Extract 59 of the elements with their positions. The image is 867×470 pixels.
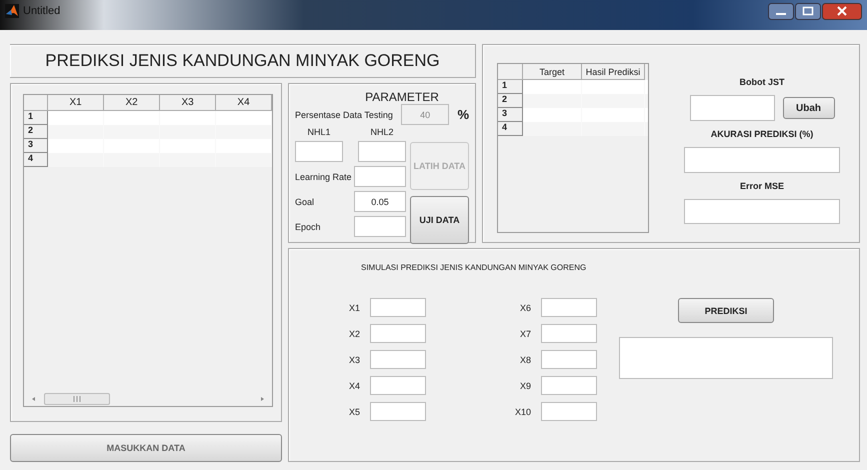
input-field[interactable]: 0.05 xyxy=(354,191,406,212)
field-label: X6 xyxy=(520,302,531,312)
row-header: 3 xyxy=(498,108,523,122)
field-label: Bobot JST xyxy=(740,77,784,87)
field-label: X3 xyxy=(348,354,360,364)
field-label: Error MSE xyxy=(740,180,784,190)
row-header: 1 xyxy=(498,80,523,94)
app-title: PREDIKSI JENIS KANDUNGAN MINYAK GORENG xyxy=(45,51,440,71)
app-icon xyxy=(5,4,19,18)
field-label: X9 xyxy=(520,380,531,390)
row-header: 2 xyxy=(498,94,523,108)
input-field[interactable] xyxy=(370,350,426,369)
input-field[interactable] xyxy=(541,350,597,369)
input-field[interactable] xyxy=(370,298,426,317)
input-field[interactable] xyxy=(354,216,406,237)
row-header: 4 xyxy=(24,153,48,167)
input-field[interactable] xyxy=(541,298,597,317)
predict-button[interactable]: PREDIKSI xyxy=(678,298,774,323)
field-label: Persentase Data Testing xyxy=(295,110,393,120)
action-button[interactable]: UJI DATA xyxy=(410,196,469,244)
input-field[interactable] xyxy=(295,141,343,162)
minimize-icon[interactable] xyxy=(768,2,794,20)
right-arrow-icon[interactable] xyxy=(258,395,266,403)
field-label: X7 xyxy=(520,328,531,338)
field-label: X8 xyxy=(520,354,531,364)
unit-label: % xyxy=(457,107,469,122)
left-arrow-icon[interactable] xyxy=(30,395,38,403)
input-field[interactable] xyxy=(354,166,406,187)
panel-title: PARAMETER xyxy=(364,90,440,104)
maximize-icon[interactable] xyxy=(795,2,821,20)
change-button[interactable]: Ubah xyxy=(782,97,834,119)
field-label: X2 xyxy=(348,328,360,338)
input-field[interactable] xyxy=(370,324,426,343)
field-label: Learning Rate xyxy=(295,172,352,182)
row-header: 3 xyxy=(24,139,48,153)
window-title: Untitled xyxy=(23,5,60,17)
input-data-button[interactable]: MASUKKAN DATA xyxy=(10,434,282,462)
input-field[interactable] xyxy=(541,402,597,421)
input-field[interactable] xyxy=(690,95,774,121)
input-field[interactable] xyxy=(370,402,426,421)
panel-title: SIMULASI PREDIKSI JENIS KANDUNGAN MINYAK GORENG xyxy=(361,263,588,272)
field-label: NHL1 xyxy=(307,127,330,137)
row-header: 2 xyxy=(24,125,48,139)
field-label: X10 xyxy=(514,406,531,416)
scroll-thumb[interactable] xyxy=(44,393,110,405)
field-label: Epoch xyxy=(295,222,321,232)
field-label: Goal xyxy=(295,196,314,206)
input-field[interactable] xyxy=(358,141,406,162)
field-label: AKURASI PREDIKSI (%) xyxy=(710,129,814,139)
input-field[interactable] xyxy=(370,376,426,395)
input-field[interactable] xyxy=(541,324,597,343)
close-icon[interactable] xyxy=(822,2,862,20)
field-label: X5 xyxy=(348,406,360,416)
row-header: 1 xyxy=(24,111,48,125)
field-label: NHL2 xyxy=(370,127,394,137)
field-label: X4 xyxy=(348,380,360,390)
input-field[interactable] xyxy=(541,376,597,395)
row-header: 4 xyxy=(498,122,523,136)
field-label: X1 xyxy=(348,302,360,312)
